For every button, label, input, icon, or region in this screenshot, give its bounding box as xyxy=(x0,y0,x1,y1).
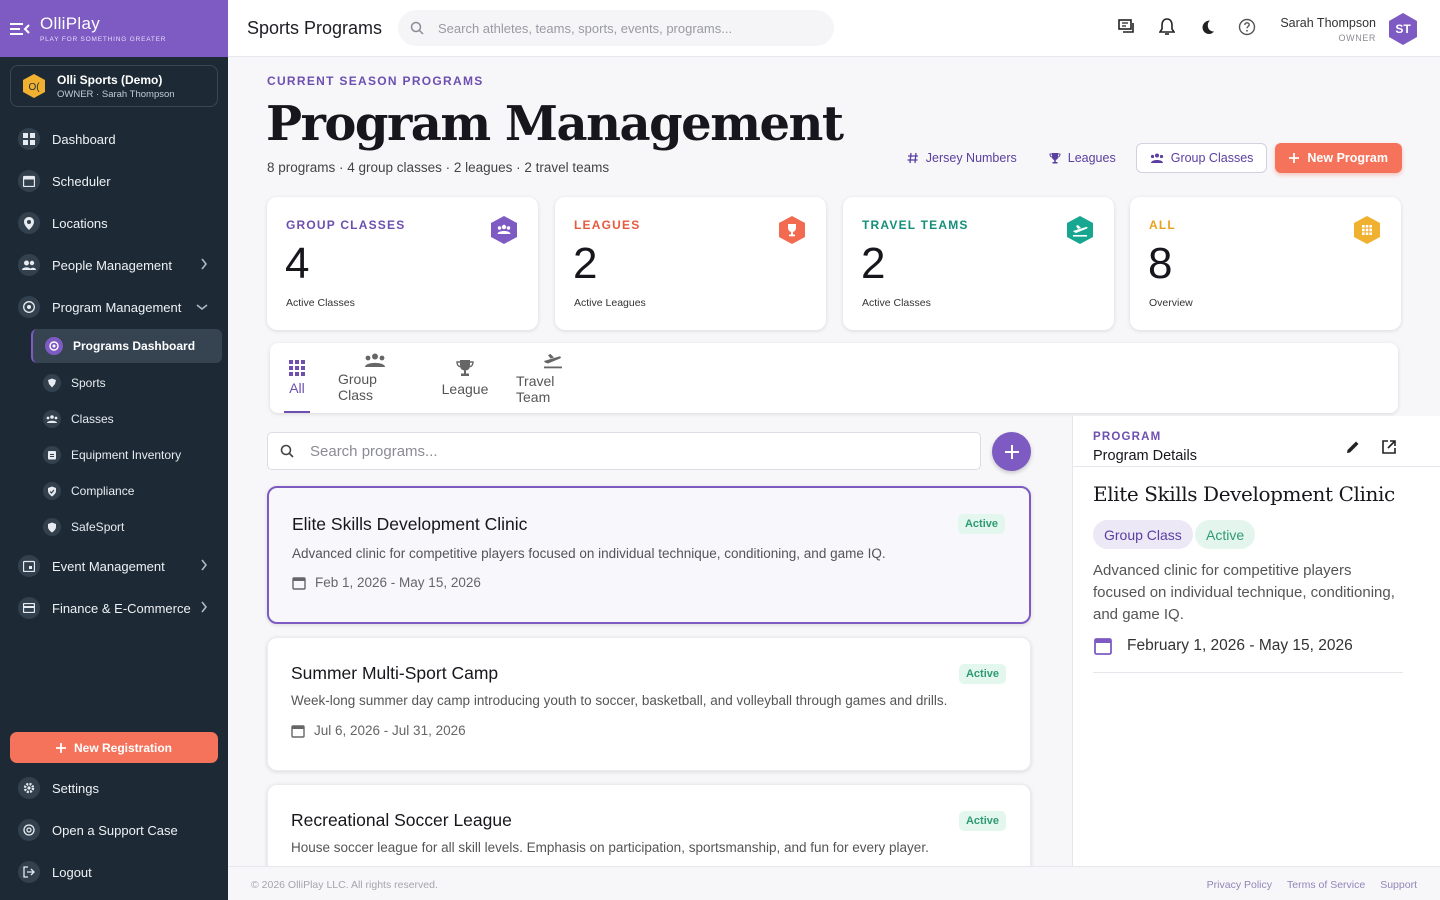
program-card[interactable]: Elite Skills Development Clinic Advanced… xyxy=(267,486,1031,624)
bell-icon[interactable] xyxy=(1156,16,1178,38)
program-description: House soccer league for all skill levels… xyxy=(291,840,929,855)
top-actions xyxy=(1116,16,1258,38)
footer: © 2026 OlliPlay LLC. All rights reserved… xyxy=(228,866,1440,900)
grid-icon xyxy=(1354,216,1380,244)
program-date-range: Feb 1, 2026 - May 15, 2026 xyxy=(315,575,481,590)
leagues-label: Leagues xyxy=(1067,151,1116,165)
detail-divider xyxy=(1093,672,1403,673)
privacy-policy-link[interactable]: Privacy Policy xyxy=(1207,879,1272,891)
user-role: OWNER xyxy=(1338,32,1376,43)
user-name: Sarah Thompson xyxy=(1280,15,1376,30)
program-card[interactable]: Recreational Soccer League House soccer … xyxy=(267,784,1031,866)
stat-label: ALL xyxy=(1149,218,1176,232)
edit-icon[interactable] xyxy=(1345,439,1361,455)
copyright: © 2026 OlliPlay LLC. All rights reserved… xyxy=(251,879,438,891)
chat-icon[interactable] xyxy=(1116,16,1138,38)
program-description: Advanced clinic for competitive players … xyxy=(292,546,886,561)
status-chip: Active xyxy=(1195,520,1256,549)
new-program-button[interactable]: New Program xyxy=(1275,143,1402,173)
type-chip: Group Class xyxy=(1093,520,1193,549)
open-external-icon[interactable] xyxy=(1381,439,1397,455)
detail-divider xyxy=(1073,466,1440,467)
program-date-range: Jul 6, 2026 - Jul 31, 2026 xyxy=(314,723,466,738)
stat-card-all[interactable]: ALL 8 Overview xyxy=(1130,197,1401,330)
stat-value: 8 xyxy=(1148,239,1173,288)
calendar-icon xyxy=(291,724,305,738)
new-program-label: New Program xyxy=(1307,151,1388,165)
program-title: Summer Multi-Sport Camp xyxy=(291,663,499,683)
svg-text:ST: ST xyxy=(1395,22,1411,36)
status-badge: Active xyxy=(958,811,1006,831)
detail-dates: February 1, 2026 - May 15, 2026 xyxy=(1093,636,1353,656)
avatar: ST xyxy=(1389,13,1417,45)
calendar-icon xyxy=(1094,638,1112,655)
detail-description: Advanced clinic for competitive players … xyxy=(1093,562,1395,623)
program-title: Recreational Soccer League xyxy=(291,810,512,830)
program-dates: Feb 1, 2026 - May 15, 2026 xyxy=(292,575,481,590)
footer-links: Privacy Policy Terms of Service Support xyxy=(1207,879,1417,891)
status-badge: Active xyxy=(958,664,1006,684)
detail-heading: Program Details xyxy=(1093,448,1197,464)
program-dates: Jul 6, 2026 - Jul 31, 2026 xyxy=(291,723,466,738)
stat-sub: Overview xyxy=(1149,297,1193,309)
group-classes-button[interactable]: Group Classes xyxy=(1135,143,1268,173)
group-icon xyxy=(1150,153,1163,163)
calendar-icon xyxy=(292,576,306,590)
plus-icon xyxy=(1289,153,1300,163)
dark-mode-icon[interactable] xyxy=(1196,16,1218,38)
group-classes-label: Group Classes xyxy=(1170,151,1254,165)
help-icon[interactable] xyxy=(1236,16,1258,38)
program-card[interactable]: Summer Multi-Sport Camp Week-long summer… xyxy=(267,637,1031,771)
program-list: Elite Skills Development Clinic Advanced… xyxy=(0,0,1072,866)
program-title: Elite Skills Development Clinic xyxy=(292,514,528,534)
detail-program-title: Elite Skills Development Clinic xyxy=(1093,482,1395,506)
support-link[interactable]: Support xyxy=(1380,879,1417,891)
program-detail-panel: PROGRAM Program Details Elite Skills Dev… xyxy=(1072,416,1440,866)
detail-date-range: February 1, 2026 - May 15, 2026 xyxy=(1127,637,1353,654)
terms-of-service-link[interactable]: Terms of Service xyxy=(1287,879,1365,891)
program-description: Week-long summer day camp introducing yo… xyxy=(291,693,948,708)
status-badge: Active xyxy=(957,514,1005,534)
user-menu[interactable]: Sarah Thompson OWNER ST xyxy=(1280,12,1420,46)
sidebar-item-label: Logout xyxy=(52,864,92,880)
detail-eyebrow: PROGRAM xyxy=(1093,431,1162,443)
